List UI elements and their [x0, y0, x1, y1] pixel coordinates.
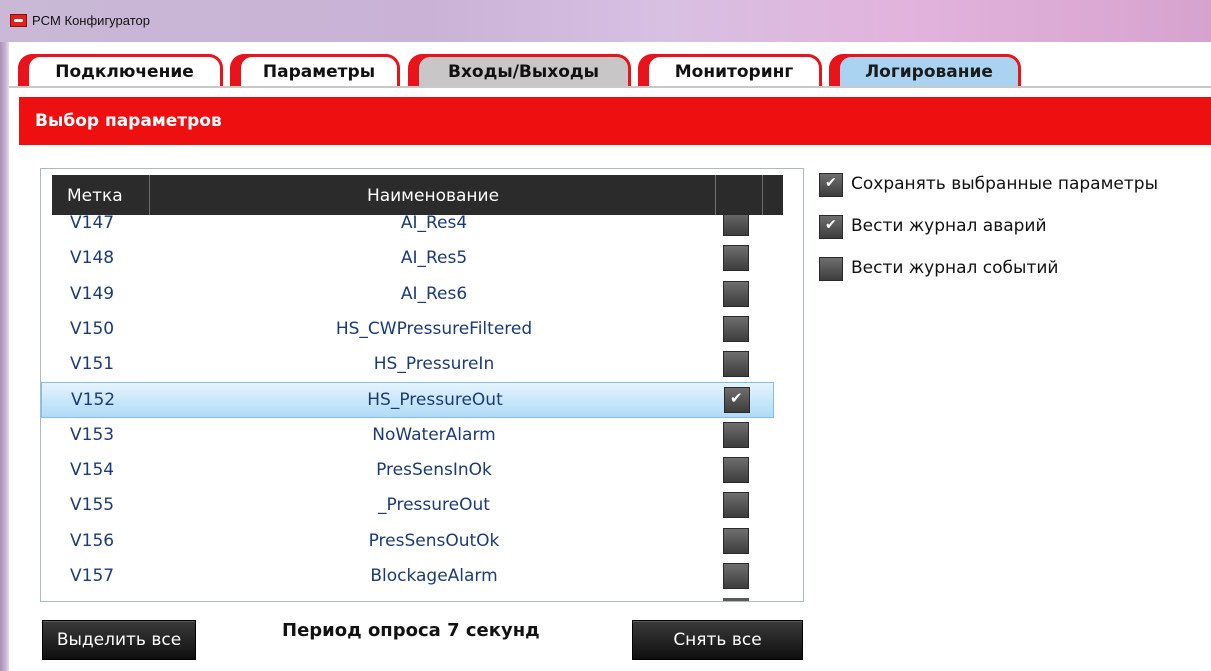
tab-label: Мониторинг	[649, 57, 819, 86]
row-checkbox[interactable]	[723, 562, 749, 589]
column-header-name: Наименование	[366, 186, 500, 206]
row-name: PresSensOutOk	[368, 530, 500, 551]
row-label: V157	[70, 565, 115, 586]
title-bar[interactable]: PCM Конфигуратор	[0, 0, 1211, 42]
table-row[interactable]: V154 PresSensInOk	[41, 453, 774, 488]
row-label: V156	[70, 530, 115, 551]
header-divider	[149, 175, 150, 215]
checkbox-checked-icon[interactable]	[819, 173, 843, 197]
tab-inputs-outputs[interactable]: Входы/Выходы	[408, 54, 631, 86]
list-header: Метка Наименование	[52, 175, 783, 215]
row-name: _PressureOut	[378, 495, 490, 516]
row-name: HS_CWPressureFiltered	[335, 318, 533, 339]
table-row-selected[interactable]: V152 HS_PressureOut	[41, 382, 774, 418]
clear-all-button[interactable]: Снять все	[632, 620, 803, 660]
tab-parameters[interactable]: Параметры	[230, 54, 400, 86]
row-label: V152	[71, 390, 116, 411]
tab-label: Логирование	[840, 57, 1018, 86]
section-title: Выбор параметров	[35, 111, 222, 131]
column-header-label: Метка	[67, 186, 123, 206]
table-row[interactable]: V151 HS_PressureIn	[41, 347, 774, 382]
row-label: V154	[70, 460, 115, 481]
header-divider	[762, 175, 763, 215]
table-row[interactable]: V148 AI_Res5	[41, 241, 774, 276]
app-logo-icon	[10, 14, 27, 27]
row-name: AI_Res5	[400, 248, 468, 269]
row-name: BlockageAlarm	[370, 565, 498, 586]
option-label: Вести журнал событий	[851, 258, 1059, 278]
window-frame	[0, 0, 9, 671]
row-checkbox[interactable]	[723, 280, 749, 307]
table-row[interactable]: V157 BlockageAlarm	[41, 559, 774, 594]
row-label: V147	[70, 213, 115, 233]
checkbox-checked-icon[interactable]	[819, 215, 843, 239]
option-label: Вести журнал аварий	[851, 216, 1047, 236]
parameter-list[interactable]: V147 AI_Res4 V148 AI_Res5 V149 AI_Res6 V…	[40, 168, 804, 602]
row-label: V149	[70, 283, 115, 304]
table-row[interactable]: V156 PresSensOutOk	[41, 524, 774, 559]
tab-label: Параметры	[241, 57, 397, 86]
row-label: V153	[70, 424, 115, 445]
row-label: V151	[70, 354, 115, 375]
row-name: PresSensInOk	[376, 460, 492, 481]
table-row[interactable]: V155 _PressureOut	[41, 488, 774, 523]
row-checkbox[interactable]	[723, 351, 749, 378]
row-checkbox[interactable]	[723, 492, 749, 519]
tab-label: Подключение	[29, 57, 220, 86]
row-checkbox[interactable]	[723, 457, 749, 484]
tab-monitoring[interactable]: Мониторинг	[638, 54, 822, 86]
row-checkbox[interactable]	[723, 421, 749, 448]
window-title: PCM Конфигуратор	[32, 13, 150, 28]
row-checkbox-checked[interactable]	[724, 387, 750, 414]
row-name: AI_Res4	[400, 213, 468, 233]
parameter-rows: V147 AI_Res4 V148 AI_Res5 V149 AI_Res6 V…	[41, 206, 776, 594]
row-checkbox[interactable]	[723, 315, 749, 342]
row-checkbox[interactable]	[723, 245, 749, 272]
table-row[interactable]: V150 HS_CWPressureFiltered	[41, 312, 774, 347]
select-all-button[interactable]: Выделить все	[42, 620, 196, 660]
row-name: HS_PressureIn	[373, 354, 495, 375]
row-checkbox[interactable]	[723, 527, 749, 554]
tab-connection[interactable]: Подключение	[18, 54, 223, 86]
option-label: Сохранять выбранные параметры	[851, 174, 1158, 194]
checkbox-icon[interactable]	[819, 257, 843, 281]
header-divider	[715, 175, 716, 215]
table-row[interactable]: V149 AI_Res6	[41, 277, 774, 312]
tab-label: Входы/Выходы	[419, 57, 628, 86]
row-label: V150	[70, 318, 115, 339]
row-name: AI_Res6	[400, 283, 468, 304]
table-row[interactable]: V153 NoWaterAlarm	[41, 418, 774, 453]
row-label: V155	[70, 495, 115, 516]
row-name: NoWaterAlarm	[372, 424, 496, 445]
row-label: V148	[70, 248, 115, 269]
tab-strip-divider	[9, 86, 1211, 88]
poll-period-label: Период опроса 7 секунд	[282, 620, 540, 641]
row-name: HS_PressureOut	[367, 390, 503, 411]
tab-logging[interactable]: Логирование	[829, 54, 1021, 86]
next-row-checkbox-partial	[723, 598, 749, 601]
